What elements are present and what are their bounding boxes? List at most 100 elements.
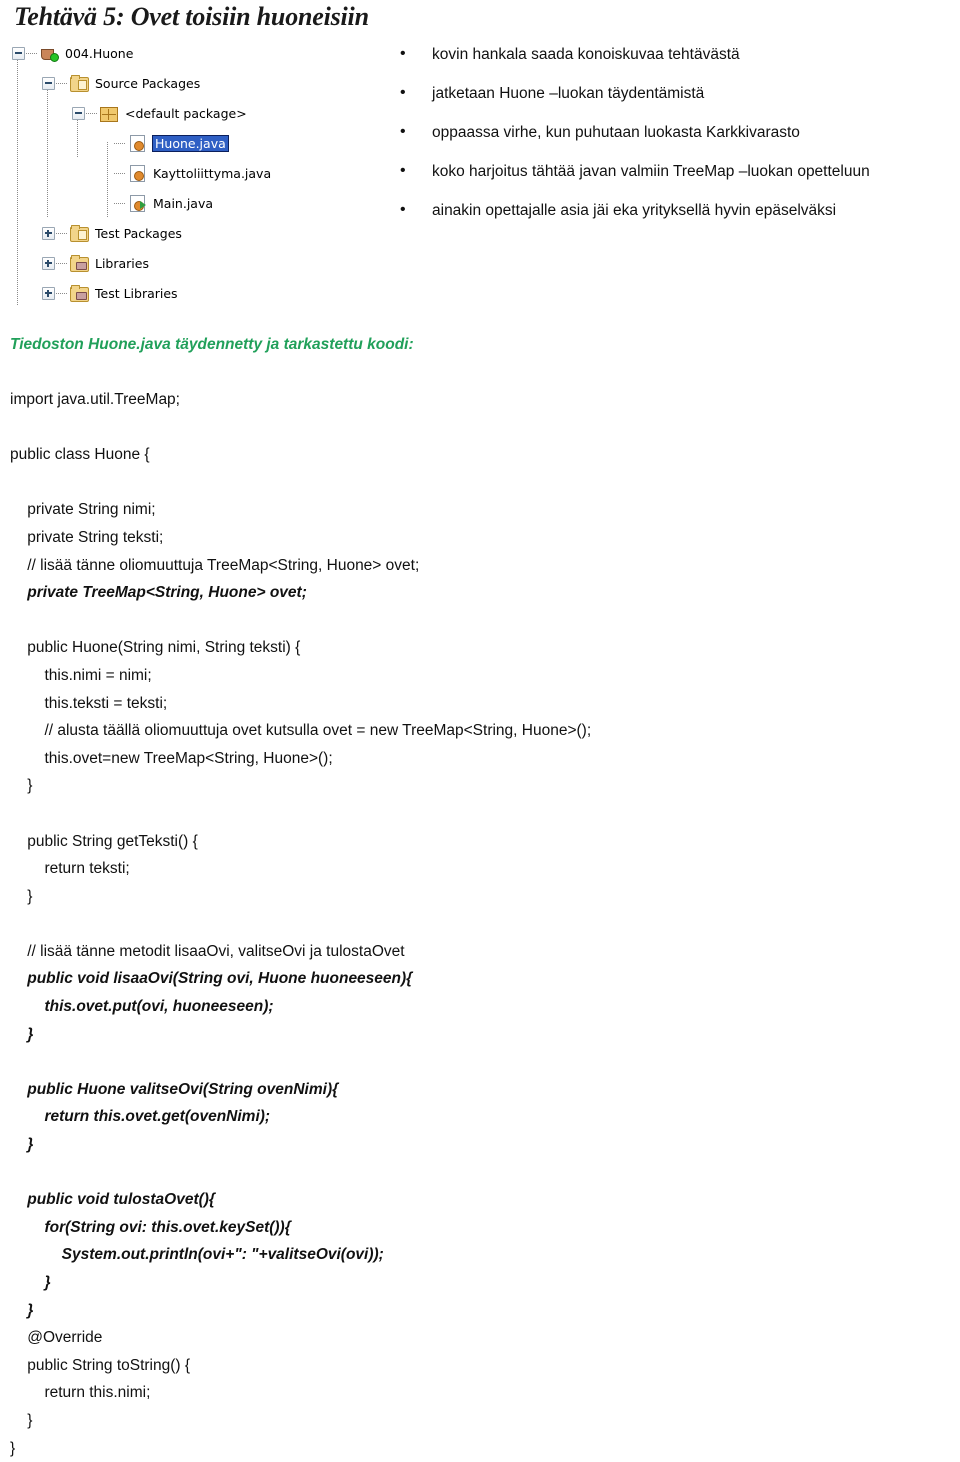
code-line: return this.nimi; bbox=[10, 1384, 151, 1402]
code-line: public Huone valitseOvi(String ovenNimi)… bbox=[10, 1080, 339, 1098]
project-icon-glyph bbox=[40, 45, 59, 62]
library-icon-glyph bbox=[70, 285, 89, 302]
code-line: } bbox=[10, 1136, 34, 1154]
code-line: } bbox=[10, 1411, 33, 1429]
tree-connector-line bbox=[114, 172, 125, 174]
code-line: } bbox=[10, 1274, 51, 1291]
library-icon bbox=[70, 255, 89, 272]
tree-node-label: <default package> bbox=[125, 105, 247, 121]
code-line: // alusta täällä oliomuuttuja ovet kutsu… bbox=[10, 722, 592, 740]
java-file-icon bbox=[128, 165, 146, 182]
project-icon bbox=[40, 45, 59, 62]
code-line: public Huone(String nimi, String teksti)… bbox=[10, 639, 301, 657]
collapse-toggle-icon[interactable] bbox=[12, 46, 25, 60]
bullet-item: jatketaan Huone –luokan täydentämistä bbox=[398, 80, 950, 106]
code-line: } bbox=[10, 1301, 34, 1319]
tree-connector-line bbox=[86, 112, 97, 114]
tree-node-label: Huone.java bbox=[152, 134, 229, 152]
code-line: @Override bbox=[10, 1329, 103, 1347]
code-line: return teksti; bbox=[10, 860, 130, 878]
collapse-toggle-icon[interactable] bbox=[72, 106, 85, 120]
tree-node-test-packages[interactable]: Test Packages bbox=[12, 218, 290, 248]
bullet-item: kovin hankala saada konoiskuvaa tehtäväs… bbox=[398, 41, 950, 67]
expand-toggle-icon[interactable] bbox=[42, 286, 55, 300]
java-source-code: import java.util.TreeMap; public class Hu… bbox=[10, 386, 950, 1462]
package-icon bbox=[100, 105, 118, 122]
library-icon-glyph bbox=[70, 255, 89, 272]
bullet-item: ainakin opettajalle asia jäi eka yrityks… bbox=[398, 197, 950, 223]
tree-connector-line bbox=[56, 82, 67, 84]
folder-icon bbox=[70, 75, 89, 92]
java-main-icon bbox=[128, 195, 146, 212]
code-line: } bbox=[10, 1025, 34, 1043]
package-icon-glyph bbox=[100, 107, 118, 122]
folder-icon bbox=[70, 225, 89, 242]
project-explorer-tree[interactable]: 004.Huone Source Packages <default package… bbox=[12, 38, 290, 306]
tree-node-label: 004.Huone bbox=[65, 45, 134, 61]
code-line: public void tulostaOvet(){ bbox=[10, 1191, 215, 1209]
tree-node-huone-java[interactable]: Huone.java bbox=[12, 128, 290, 158]
code-line: private TreeMap<String, Huone> ovet; bbox=[10, 584, 307, 602]
code-line: this.ovet.put(ovi, huoneeseen); bbox=[10, 998, 274, 1016]
code-section-heading: Tiedoston Huone.java täydennetty ja tark… bbox=[10, 336, 414, 353]
tree-connector-line bbox=[56, 232, 67, 234]
tree-node-label: Test Libraries bbox=[95, 285, 178, 301]
tree-node-default-package[interactable]: <default package> bbox=[12, 98, 290, 128]
expand-toggle-icon[interactable] bbox=[42, 256, 55, 270]
code-line: public String toString() { bbox=[10, 1356, 191, 1374]
tree-node-libraries[interactable]: Libraries bbox=[12, 248, 290, 278]
code-line: this.teksti = teksti; bbox=[10, 694, 168, 712]
page-title: Tehtävä 5: Ovet toisiin huoneisiin bbox=[14, 2, 369, 31]
tree-node-label: Libraries bbox=[95, 255, 149, 271]
tree-node-label: Source Packages bbox=[95, 75, 201, 91]
tree-connector-line bbox=[114, 142, 125, 144]
tree-connector-line bbox=[114, 202, 125, 204]
folder-icon-glyph bbox=[70, 225, 89, 242]
code-line: } bbox=[10, 777, 33, 795]
tree-node-kayttoliittyma-java[interactable]: Kayttoliittyma.java bbox=[12, 158, 290, 188]
code-line: public void lisaaOvi(String ovi, Huone h… bbox=[10, 970, 413, 988]
tree-node-test-libraries[interactable]: Test Libraries bbox=[12, 278, 290, 308]
code-line: // lisää tänne oliomuuttuja TreeMap<Stri… bbox=[10, 556, 420, 574]
code-line: private String nimi; bbox=[10, 501, 156, 519]
code-line: public class Huone { bbox=[10, 446, 150, 464]
java-file-icon bbox=[128, 135, 146, 152]
folder-icon-glyph bbox=[70, 75, 89, 92]
tree-connector-line bbox=[56, 262, 67, 264]
code-line: this.nimi = nimi; bbox=[10, 666, 152, 684]
code-line: public String getTeksti() { bbox=[10, 832, 198, 850]
tree-node-source-packages[interactable]: Source Packages bbox=[12, 68, 290, 98]
tree-node-label: Test Packages bbox=[95, 225, 182, 241]
code-line: } bbox=[10, 1439, 16, 1457]
library-icon bbox=[70, 285, 89, 302]
expand-toggle-icon[interactable] bbox=[42, 226, 55, 240]
tree-node-label: Main.java bbox=[153, 195, 214, 211]
code-line: return this.ovet.get(ovenNimi); bbox=[10, 1108, 271, 1126]
code-line: private String teksti; bbox=[10, 528, 164, 546]
collapse-toggle-icon[interactable] bbox=[42, 76, 55, 90]
bullet-item: oppaassa virhe, kun puhutaan luokasta Ka… bbox=[398, 119, 950, 145]
bullet-item: koko harjoitus tähtää javan valmiin Tree… bbox=[398, 158, 950, 184]
tree-connector-line bbox=[56, 292, 67, 294]
code-line: // lisää tänne metodit lisaaOvi, valitse… bbox=[10, 942, 405, 960]
tree-node-main-java[interactable]: Main.java bbox=[12, 188, 290, 218]
code-line: import java.util.TreeMap; bbox=[10, 391, 180, 408]
code-line: } bbox=[10, 887, 33, 905]
tree-connector-line bbox=[26, 52, 37, 54]
java-file-icon-glyph bbox=[130, 165, 145, 182]
java-file-icon-glyph bbox=[130, 135, 145, 152]
summary-bullet-list: kovin hankala saada konoiskuvaa tehtäväs… bbox=[398, 41, 950, 237]
java-main-icon-glyph bbox=[130, 195, 146, 212]
code-line: System.out.println(ovi+": "+valitseOvi(o… bbox=[10, 1246, 384, 1264]
tree-node-004-huone[interactable]: 004.Huone bbox=[12, 38, 290, 68]
